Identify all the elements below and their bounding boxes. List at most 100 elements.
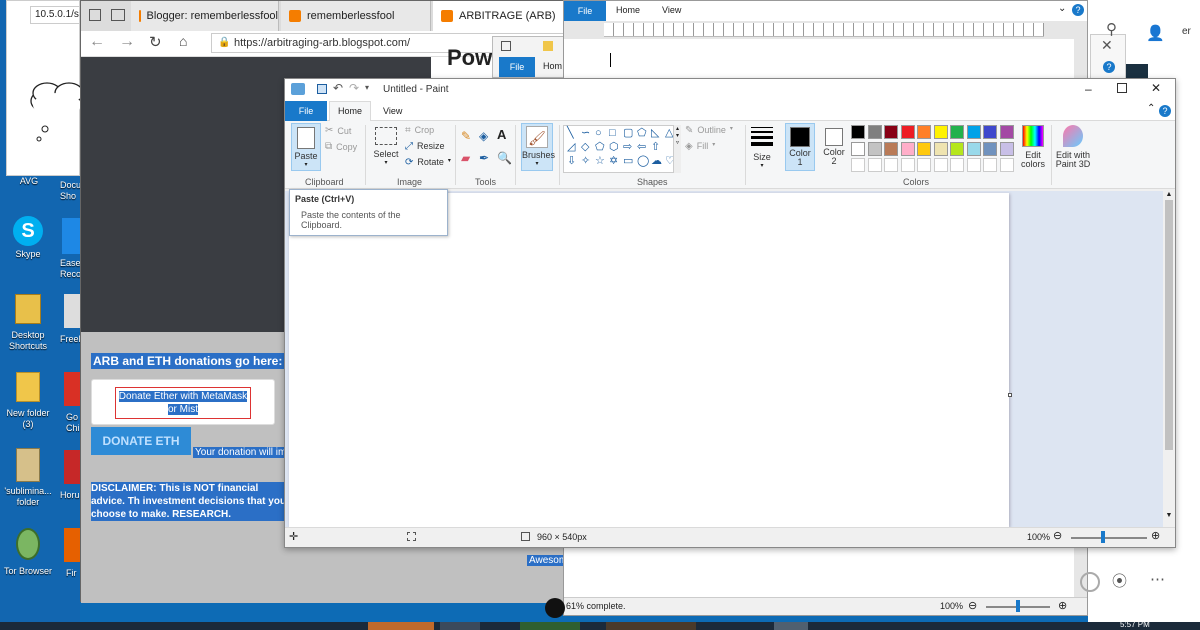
browser-tab-blogger[interactable]: Blogger: rememberlessfool [131,1,279,31]
edit-paint3d-button[interactable]: Edit with Paint 3D [1053,123,1093,173]
palette-swatch[interactable] [851,125,865,139]
select-button[interactable]: Select ▾ [371,125,401,171]
diamond-shape-icon[interactable]: ◇ [581,141,589,153]
hexagon-shape-icon[interactable]: ⬡ [609,141,619,153]
qat-dropdown-icon[interactable]: ▾ [365,83,369,92]
zoom-slider[interactable] [1071,537,1147,539]
palette-swatch[interactable] [867,125,882,139]
fill-button[interactable]: ◈ Fill ▾ [685,141,715,152]
word-tab-view[interactable]: View [662,5,681,15]
zoom-slider-thumb[interactable] [1016,600,1020,612]
forward-arrow-icon[interactable]: → [119,33,135,51]
palette-swatch[interactable] [884,141,898,156]
callout-cloud-icon[interactable]: ☁ [651,155,662,167]
home-icon[interactable]: ⌂ [179,33,187,49]
palette-swatch[interactable] [900,158,915,172]
help-icon[interactable]: ? [1072,4,1084,16]
refresh-icon[interactable]: ↻ [149,33,162,51]
palette-swatch[interactable] [950,125,964,139]
fill-icon[interactable]: ◈ [479,129,488,143]
up-arrow-shape-icon[interactable]: ⇧ [651,141,660,153]
folder-icon[interactable] [543,41,553,51]
right-arrow-shape-icon[interactable]: ⇨ [623,141,632,153]
size-button[interactable]: Size ▾ [749,125,775,171]
triangle-shape-icon[interactable]: ◺ [651,127,659,139]
desktop-icon-new-folder[interactable]: New folder (3) [4,372,52,430]
tab-file[interactable]: File [285,101,327,121]
polygon-shape-icon[interactable]: ⬠ [637,127,647,139]
tab-home[interactable]: Home [329,101,371,121]
palette-swatch[interactable] [933,141,948,156]
browser-tab-rememberlessfool[interactable]: rememberlessfool [281,1,431,31]
palette-swatch[interactable] [867,158,882,172]
pentagon-shape-icon[interactable]: ⬠ [595,141,605,153]
palette-swatch[interactable] [867,141,882,156]
color1-button[interactable]: Color 1 [785,123,815,171]
scroll-up-icon[interactable]: ▲ [1163,191,1175,198]
add-user-icon[interactable]: 👤 [1146,24,1165,42]
minimize-icon[interactable]: – [1085,82,1092,96]
secondary-address-bar[interactable]: 10.5.0.1/st [30,6,80,24]
palette-swatch[interactable] [983,158,997,172]
maximize-icon[interactable] [1117,83,1127,93]
rounded-rectangle-icon[interactable]: ▢ [623,127,633,139]
tab-home[interactable]: Hom [543,61,562,71]
cut-button[interactable]: ✂ Cut [325,125,351,136]
desktop-icon-desktop-shortcuts[interactable]: Desktop Shortcuts [4,294,52,352]
palette-swatch[interactable] [900,125,915,139]
palette-swatch[interactable] [851,141,865,156]
scroll-thumb[interactable] [1165,200,1173,450]
down-arrow-shape-icon[interactable]: ⇩ [567,155,576,167]
tab-file[interactable]: File [499,57,535,77]
palette-swatch[interactable] [884,125,898,139]
close-icon[interactable]: ✕ [1151,81,1161,95]
circle-button[interactable] [1080,572,1100,592]
metamask-button[interactable]: Donate Ether with MetaMask or Mist [115,387,251,419]
callout-oval-icon[interactable]: ◯ [637,155,649,167]
desktop-icon-horus-partial[interactable]: Horu [60,490,82,501]
star4-shape-icon[interactable]: ✧ [581,155,590,167]
tab-back-icon[interactable] [111,9,125,21]
more-options-icon[interactable]: ⋯ [1150,570,1165,588]
scroll-down-icon[interactable]: ▼ [1163,512,1175,519]
save-icon[interactable] [501,41,511,51]
outline-button[interactable]: ✎ Outline ▾ [685,125,733,136]
desktop-icon-skype[interactable]: S Skype [6,216,50,260]
text-icon[interactable]: A [497,127,506,142]
zoom-out-icon[interactable]: ⊖ [968,599,977,612]
palette-swatch[interactable] [950,158,964,172]
palette-swatch[interactable] [966,158,981,172]
taskbar-item[interactable] [368,622,434,630]
crop-button[interactable]: ⌗ Crop [405,125,434,136]
desktop-icon-avg[interactable]: AVG [8,176,50,187]
taskbar-clock[interactable]: 5:57 PM [1120,620,1150,630]
palette-swatch[interactable] [917,125,931,139]
callout-rect-icon[interactable]: ▭ [623,155,633,167]
palette-swatch[interactable] [950,141,964,156]
curve-shape-icon[interactable]: ∽ [581,127,590,139]
left-arrow-shape-icon[interactable]: ⇦ [637,141,646,153]
palette-swatch[interactable] [851,158,865,172]
desktop-icon-tor-browser[interactable]: Tor Browser [2,528,54,577]
line-shape-icon[interactable]: ╲ [567,127,574,139]
desktop-icon-easeus-partial[interactable]: EaseU Reco [60,258,87,280]
paste-button[interactable]: Paste ▾ [291,123,321,171]
taskbar-item[interactable] [440,622,480,630]
word-tab-file[interactable]: File [564,1,606,21]
palette-swatch[interactable] [884,158,898,172]
map-pin-icon[interactable]: ⦿ [1112,570,1127,591]
color-picker-icon[interactable]: ✒ [479,151,489,165]
tab-view[interactable]: View [383,106,402,116]
shapes-scroll[interactable]: ▴ ▾ ▿ [673,125,681,173]
redo-icon[interactable]: ↷ [349,81,359,95]
color2-button[interactable]: Color 2 [819,123,849,171]
oval-shape-icon[interactable]: ○ [595,127,602,139]
desktop-icon-documents-partial[interactable]: Docu Sho [60,180,82,202]
canvas-resize-handle[interactable] [1008,393,1012,397]
palette-swatch[interactable] [966,141,981,156]
zoom-in-icon[interactable]: ⊕ [1058,599,1067,612]
copy-button[interactable]: ⧉ Copy [325,141,357,152]
browser-tab-arbitrage[interactable]: ARBITRAGE (ARB) [433,1,571,31]
rotate-button[interactable]: ⟳ Rotate ▾ [405,157,451,168]
drawing-canvas[interactable] [289,193,1009,527]
